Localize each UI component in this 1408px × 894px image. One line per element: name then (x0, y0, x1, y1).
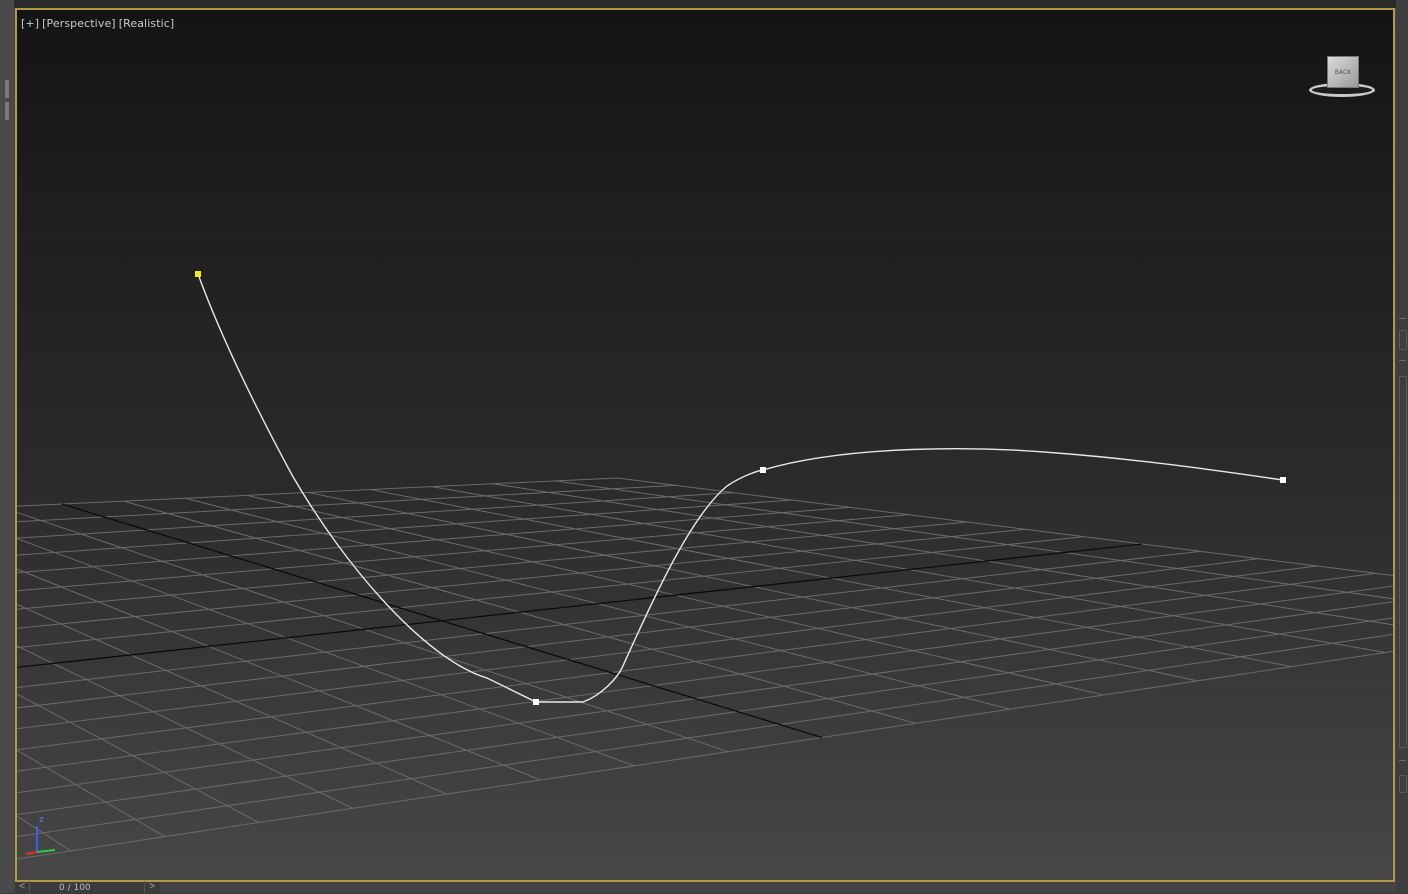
viewport-plus-menu[interactable]: [+] (21, 17, 39, 30)
viewport-scene[interactable] (17, 10, 1393, 880)
time-frame-readout: 0 / 100 (59, 883, 91, 893)
right-panel-groove[interactable] (1399, 775, 1407, 793)
grid-line (17, 633, 1393, 838)
world-axis-line (17, 543, 1143, 669)
right-edge-panel (1396, 0, 1408, 893)
spline-first-vertex[interactable] (195, 271, 201, 277)
max-application: [+] [Perspective] [Realistic] BACK z < 0… (0, 0, 1408, 893)
chevron-right-icon: > (149, 881, 155, 892)
grid-line (17, 815, 72, 852)
perspective-viewport[interactable]: [+] [Perspective] [Realistic] BACK z (15, 8, 1395, 882)
spline-vertex[interactable] (533, 699, 539, 705)
time-slider[interactable]: < 0 / 100 > (15, 881, 160, 893)
right-panel-scroll-groove[interactable] (1399, 376, 1407, 748)
right-panel-tick (1399, 760, 1406, 761)
grid-line (17, 543, 1143, 668)
time-prev-button[interactable]: < (15, 881, 30, 893)
left-splitter-handle[interactable] (5, 102, 9, 120)
viewport-shading-menu[interactable]: [Realistic] (119, 17, 175, 30)
grid-line (17, 650, 1393, 860)
left-splitter-handle[interactable] (5, 80, 9, 98)
spline-vertex[interactable] (760, 467, 766, 473)
grid-line (17, 565, 1318, 730)
grid-line (17, 536, 1084, 649)
grid-line (17, 693, 259, 823)
top-edge (0, 0, 1408, 8)
grid-line (17, 477, 618, 507)
right-panel-groove[interactable] (1399, 330, 1407, 350)
spline-vertex[interactable] (1280, 477, 1286, 483)
viewcube-face-label: BACK (1334, 68, 1352, 76)
grid-line (17, 572, 1376, 751)
grid-line (17, 601, 1393, 794)
viewcube[interactable]: BACK (1309, 52, 1379, 110)
viewcube-face[interactable]: BACK (1327, 56, 1359, 88)
viewport-pov-menu[interactable]: [Perspective] (42, 17, 116, 30)
grid-line (493, 483, 1393, 626)
right-panel-tick (1399, 318, 1406, 319)
time-next-button[interactable]: > (144, 881, 159, 893)
axis-tripod-icon: z (25, 815, 56, 855)
left-edge-panel (0, 0, 14, 893)
axis-z-label: z (39, 815, 44, 825)
home-grid (17, 477, 1393, 860)
grid-line (17, 585, 1393, 772)
grid-line (17, 604, 447, 795)
chevron-left-icon: < (19, 881, 25, 892)
viewport-label-menu[interactable]: [+] [Perspective] [Realistic] (21, 17, 174, 30)
right-panel-tick (1399, 360, 1406, 361)
